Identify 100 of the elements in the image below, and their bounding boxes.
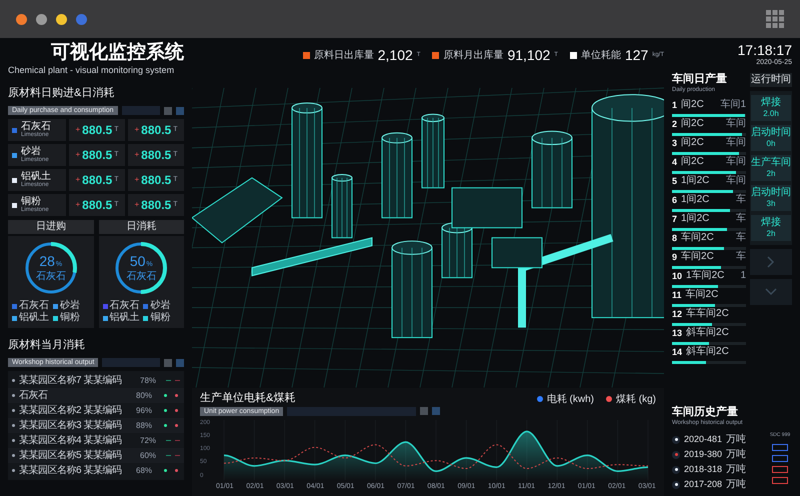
table-cell-text: 石灰石 [19,389,49,403]
runtime-name: 生产车间 [751,156,791,168]
percent-text: 50 [130,254,146,268]
panel-header: 日进购 [8,220,94,234]
row-label: 车 [736,194,746,206]
legend-label: 电耗 (kwh) [546,392,594,406]
section-title: 原材料日购进&日消耗 [8,87,114,99]
section-title: 车间历史产量 [672,406,739,419]
rank-number: 6 [672,194,678,206]
sign-text: + [134,174,140,186]
rank-number: 7 [672,212,678,226]
row-label: 间2C [681,156,705,168]
material-name: 铜粉 [21,197,41,207]
runtime-name: 启动时间 [751,186,791,198]
square-icon [164,106,172,114]
square-icon [176,106,184,114]
subtitle-bar [122,106,160,115]
stat-value: 2,102 [378,46,413,64]
table-cell-text: 某某园区名称3 某某编码 [19,418,122,433]
history-value: 2018-318 [684,462,722,476]
material-name: 砂岩 [21,147,41,157]
value-text: 880.5 [141,122,172,139]
bullet-icon [12,424,15,427]
material-name: 铝矾土 [21,172,51,182]
table-cell-text: 某某园区名称2 某某编码 [19,404,122,418]
sign-text: + [76,124,80,136]
bullet-icon [12,394,15,397]
rank-number: 4 [672,156,678,168]
rank-number: 12 [672,308,682,320]
subtitle-bar [102,358,160,367]
bullet-icon [12,379,15,382]
history-unit: 万吨 [726,432,746,447]
table-cell-text: 某某园区名称4 某某编码 [19,434,122,448]
row-label: 间2C [681,118,705,130]
sign-text: + [76,174,80,186]
legend-label: 铝矾土 [19,312,49,324]
row-label: 间2C [681,99,705,112]
row-label: 间2C [681,137,705,150]
percent-cell-text: 68% [136,464,154,476]
percent-cell-text: 88% [136,420,154,432]
value-text: 880.5 [82,122,112,139]
square-icon [176,358,184,366]
square-icon [164,358,172,366]
table-cell-text: 某某园区名称5 某某编码 [19,448,122,463]
history-unit: 万吨 [726,448,746,462]
percent-cell-text: 60% [140,450,158,462]
percent-text: 28 [39,254,55,268]
section-title: 原材料当月消耗 [8,339,85,351]
material-name: 石灰石 [21,122,51,132]
value-text: 880.5 [141,197,172,214]
row-label: 斜车间2C [686,346,730,358]
percent-cell-text: 80% [136,390,154,402]
legend-label: 石灰石 [19,300,49,312]
row-label: 车间2C [681,232,715,244]
row-label: 车间 [726,175,746,188]
runtime-value: 2h [766,228,776,238]
value-text: 880.5 [82,172,112,189]
legend-label: 石灰石 [110,300,140,312]
row-label: 车 [736,251,746,264]
panel-header: 日消耗 [98,220,184,234]
runtime-value: 2h [766,168,776,178]
runtime-name: 启动时间 [751,126,791,138]
bullet-icon [12,439,15,442]
value-text: 880.5 [141,147,172,164]
chart-title: 生产单位电耗&煤耗 [200,392,296,404]
runtime-header: 运行时间 [750,72,792,86]
value-text: 880.5 [82,147,112,164]
row-label: 1间2C [681,175,710,188]
rank-number: 1 [672,98,678,112]
app-title: 可视化监控系统 [51,42,184,64]
row-label: 车间 [726,156,746,168]
donut-label: 石灰石 [36,272,66,282]
runtime-name: 焊接 [761,96,781,108]
rank-number: 8 [672,232,678,244]
table-cell-text: 某某园区名称7 某某编码 [19,374,122,388]
runtime-name: 焊接 [761,216,781,228]
stat-value: 91,102 [507,46,550,64]
legend-label: 煤耗 (kg) [616,392,656,406]
legend-label: 砂岩 [60,300,80,312]
rank-number: 5 [672,174,678,188]
stat-label: 单位耗能 [580,48,621,62]
grid-icon[interactable] [766,10,784,28]
row-label: 车间1 [720,99,746,112]
row-label: 1间2C [681,194,710,206]
row-label: 车 [736,213,746,226]
section-title: 车间日产量 [672,72,728,86]
percent-cell-text: 96% [136,404,154,416]
rank-number: 13 [672,326,682,340]
stat-value: 127 [624,46,648,64]
chevron-down-icon [765,288,777,296]
row-label: 1车间2C [686,270,726,282]
history-value: 2017-208 [684,478,722,491]
stat-label: 原料日出库量 [314,48,374,62]
row-label: 车间2C [681,251,715,264]
rank-number: 10 [672,270,682,282]
row-label: 车间 [726,137,746,150]
row-label: 车间 [726,118,746,130]
row-label: 车 [736,232,746,244]
stat-label: 原料月出库量 [443,48,504,62]
bullet-icon [12,454,15,457]
